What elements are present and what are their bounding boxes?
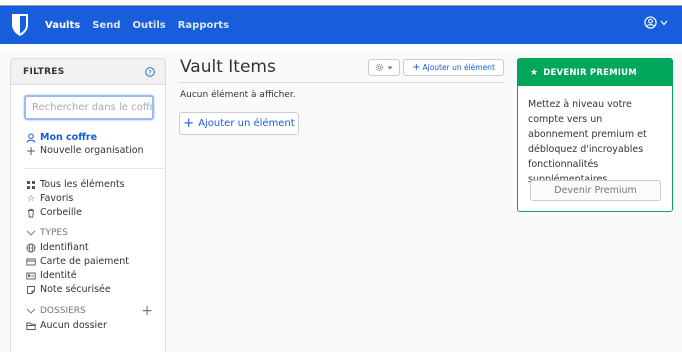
folders-section-toggle[interactable]: DOSSIERS <box>26 306 86 316</box>
help-icon[interactable]: ? <box>145 66 155 77</box>
id-card-icon <box>26 272 36 279</box>
filters-header: FILTRES ? <box>11 59 165 85</box>
folders-section-label: DOSSIERS <box>40 306 86 316</box>
add-item-label: Ajouter un élément <box>198 118 295 129</box>
svg-text:?: ? <box>148 68 151 76</box>
chevron-down-icon <box>26 308 36 314</box>
sidebar-item-secure-note[interactable]: Note sécurisée <box>26 284 111 295</box>
premium-header: ★ DEVENIR PREMIUM <box>518 59 672 86</box>
nav-vaults[interactable]: Vaults <box>45 20 80 31</box>
types-section-label: TYPES <box>40 228 68 238</box>
premium-title: DEVENIR PREMIUM <box>543 67 637 78</box>
globe-icon <box>26 243 36 252</box>
star-icon: ☆ <box>26 193 36 204</box>
options-menu-button[interactable] <box>368 59 400 76</box>
premium-description: Mettez à niveau votre compte vers un abo… <box>528 99 647 185</box>
nav-tools[interactable]: Outils <box>133 20 166 31</box>
types-section-toggle[interactable]: TYPES <box>26 228 68 238</box>
sidebar-divider <box>24 168 164 169</box>
sidebar-item-login[interactable]: Identifiant <box>26 242 89 253</box>
credit-card-icon <box>26 258 36 265</box>
trash-icon <box>28 208 34 217</box>
account-menu[interactable] <box>644 16 668 29</box>
page-title: Vault Items <box>180 57 276 77</box>
sidebar-item-label: Favoris <box>40 193 74 204</box>
star-icon: ★ <box>530 67 539 78</box>
filters-sidebar: FILTRES ? Mon coffre + Nouvelle organisa… <box>10 58 166 352</box>
sidebar-item-label: Nouvelle organisation <box>40 145 144 156</box>
caret-down-icon <box>387 66 393 69</box>
go-premium-button[interactable]: Devenir Premium <box>530 180 661 201</box>
plus-icon: + <box>183 116 195 131</box>
sidebar-item-identity[interactable]: Identité <box>26 270 77 281</box>
title-divider <box>178 82 504 83</box>
add-item-button-header[interactable]: + Ajouter un élément <box>403 59 504 76</box>
nav-send[interactable]: Send <box>92 20 120 31</box>
bitwarden-logo-icon[interactable] <box>10 13 30 37</box>
navbar: Vaults Send Outils Rapports <box>0 6 682 44</box>
sidebar-item-label: Tous les éléments <box>40 179 125 190</box>
folder-icon <box>26 322 36 330</box>
chevron-down-icon <box>660 20 668 25</box>
chevron-down-icon <box>26 230 36 236</box>
sidebar-item-label: Identifiant <box>40 242 89 253</box>
sticky-note-icon <box>27 285 35 294</box>
user-circle-icon <box>644 16 657 29</box>
sidebar-item-label: Identité <box>40 270 77 281</box>
sidebar-item-label: Aucun dossier <box>40 320 107 331</box>
filters-title: FILTRES <box>23 66 65 77</box>
gear-icon <box>375 63 384 72</box>
sidebar-item-label: Carte de paiement <box>40 256 130 267</box>
plus-icon: + <box>26 143 37 158</box>
user-icon <box>26 133 36 143</box>
sidebar-item-new-organization[interactable]: + Nouvelle organisation <box>26 143 144 158</box>
sidebar-item-all-items[interactable]: Tous les éléments <box>26 179 125 190</box>
sidebar-item-my-vault[interactable]: Mon coffre <box>26 132 97 143</box>
premium-card: ★ DEVENIR PREMIUM Mettez à niveau votre … <box>517 58 673 212</box>
search-input[interactable] <box>24 95 154 120</box>
sidebar-item-card[interactable]: Carte de paiement <box>26 256 129 267</box>
add-item-button[interactable]: + Ajouter un élément <box>179 112 299 135</box>
grid-icon <box>27 180 35 189</box>
sidebar-item-label: Corbeille <box>40 207 82 218</box>
sidebar-item-label: Note sécurisée <box>40 284 111 295</box>
sidebar-item-favorites[interactable]: ☆ Favoris <box>26 193 73 204</box>
sidebar-item-no-folder[interactable]: Aucun dossier <box>26 320 107 331</box>
add-item-label: Ajouter un élément <box>422 63 495 72</box>
sidebar-item-trash[interactable]: Corbeille <box>26 207 82 218</box>
plus-icon: + <box>412 62 421 73</box>
add-folder-button[interactable]: + <box>141 303 153 319</box>
empty-state-text: Aucun élément à afficher. <box>180 90 296 100</box>
nav-reports[interactable]: Rapports <box>178 20 229 31</box>
sidebar-item-label: Mon coffre <box>40 132 98 143</box>
